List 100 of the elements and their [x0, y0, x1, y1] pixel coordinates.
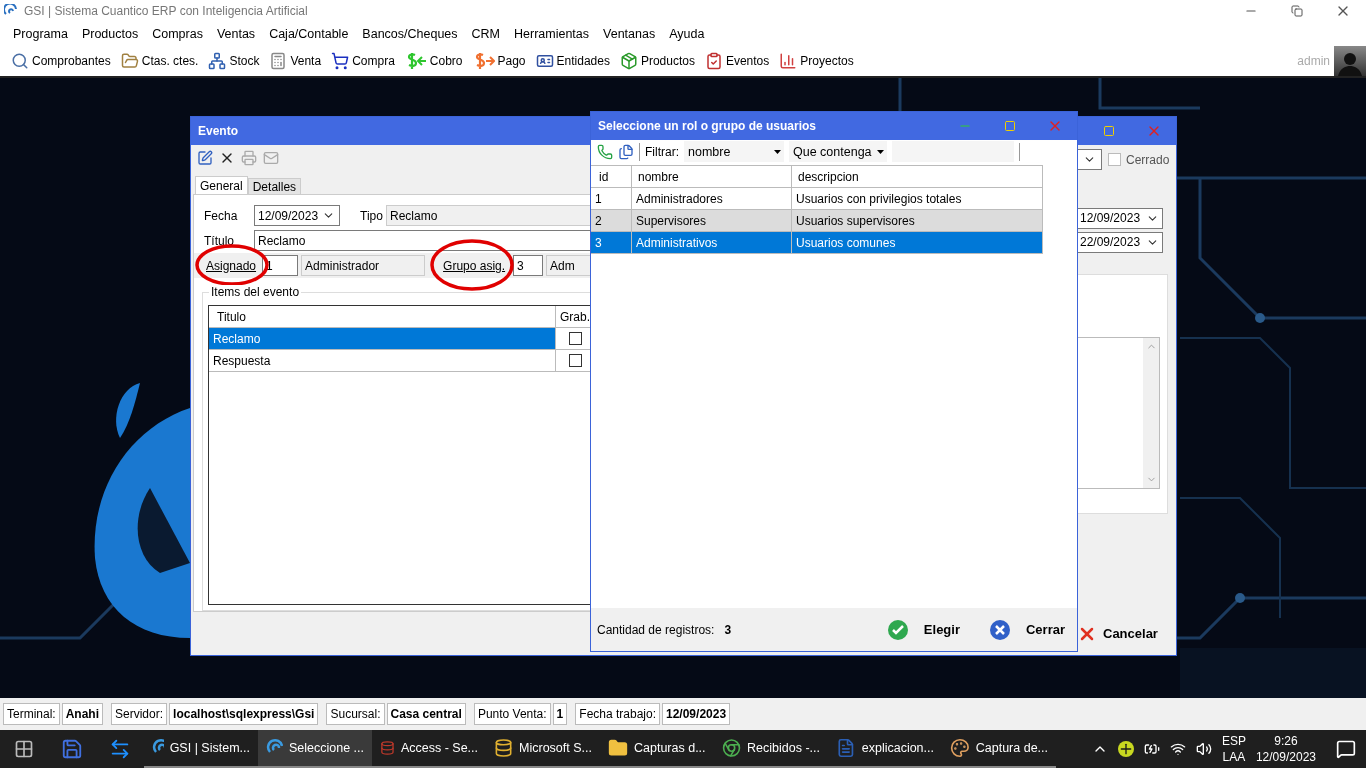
menu-item[interactable]: Programa [6, 27, 75, 41]
status-value: 12/09/2023 [662, 703, 731, 725]
window-title: Evento [198, 124, 238, 138]
dropdown-field[interactable] [1077, 149, 1102, 170]
close-icon [989, 619, 1010, 640]
group-id-field[interactable]: 3 [513, 255, 544, 276]
column-header: nombre [632, 166, 792, 188]
choose-button[interactable]: Elegir [881, 615, 966, 644]
filter-mode-dropdown[interactable]: Que contenga [789, 141, 887, 162]
checkbox[interactable] [569, 332, 582, 345]
menu-item[interactable]: Herramientas [507, 27, 597, 41]
date-picker[interactable]: 12/09/2023 [1077, 207, 1163, 229]
clock-time[interactable]: 9:26 [1274, 733, 1298, 749]
print-icon[interactable] [241, 149, 257, 166]
check-icon [887, 619, 908, 640]
menu-item[interactable]: Ventanas [596, 27, 663, 41]
toolbar-button[interactable]: Productos [614, 52, 700, 70]
tab[interactable]: Detalles [247, 178, 302, 194]
assigned-name-field: Administrador [301, 255, 426, 276]
tab[interactable]: General [195, 176, 248, 194]
toolbar-button[interactable]: Ctas. ctes. [115, 52, 204, 70]
cart-icon [331, 52, 350, 70]
table-cell[interactable]: Usuarios con privilegios totales [792, 188, 1043, 210]
toolbar-button[interactable]: Venta [264, 52, 327, 70]
field-label: Título [204, 233, 235, 248]
type-field[interactable]: Reclamo [386, 205, 591, 226]
id-card-icon [535, 52, 554, 70]
table-cell[interactable]: Reclamo [209, 328, 556, 350]
menu-item[interactable]: Productos [74, 27, 146, 41]
status-value: Casa central [386, 703, 466, 725]
table-cell[interactable]: Usuarios supervisores [792, 210, 1043, 232]
edit-icon[interactable] [197, 149, 213, 166]
toolbar-button[interactable]: Proyectos [774, 52, 859, 70]
status-value: localhost\sqlexpress\Gsi [169, 703, 319, 725]
status-value: Anahi [61, 703, 104, 725]
checkbox[interactable] [569, 354, 582, 367]
taskbar-app[interactable]: Microsoft S... [486, 730, 600, 768]
menu-item[interactable]: Ayuda [662, 27, 712, 41]
table-cell[interactable]: 3 [591, 232, 632, 254]
taskbar-app[interactable]: Recibidos -... [714, 730, 828, 768]
volume-icon[interactable] [1195, 741, 1212, 757]
copy-icon[interactable] [618, 143, 634, 160]
status-label: Punto Venta: [473, 703, 551, 725]
whatsapp-icon[interactable] [597, 143, 613, 160]
field-label: Fecha [204, 208, 239, 223]
group-name-field: Adm [546, 255, 591, 276]
close-button[interactable]: Cerrar [983, 615, 1071, 644]
language-code[interactable]: ESP [1221, 733, 1246, 749]
title-field[interactable]: Reclamo [254, 230, 591, 251]
date-picker[interactable]: 22/09/2023 [1077, 231, 1163, 253]
avatar-icon [1334, 46, 1366, 76]
taskbar-app[interactable]: Seleccione ... [258, 730, 372, 768]
arrows-icon [109, 738, 131, 760]
plus-circle-icon[interactable] [1117, 741, 1134, 757]
toolbar-button[interactable]: Stock [203, 52, 265, 70]
table-cell[interactable]: 1 [591, 188, 632, 210]
window-title: Seleccione un rol o grupo de usuarios [598, 119, 817, 133]
table-cell[interactable]: Respuesta [209, 350, 556, 372]
maximize-icon [1003, 120, 1016, 132]
taskbar-app[interactable]: explicacion... [828, 730, 942, 768]
filter-input[interactable] [892, 141, 1014, 162]
notification-icon[interactable] [1336, 739, 1356, 759]
taskbar-app[interactable]: Captura de... [942, 730, 1056, 768]
toolbar-button[interactable]: Entidades [530, 52, 615, 70]
checkbox-label: Cerrado [1126, 152, 1170, 167]
wifi-icon[interactable] [1169, 741, 1186, 757]
windows-icon [14, 739, 34, 759]
taskbar-app[interactable]: Access - Se... [372, 730, 486, 768]
toolbar-button[interactable]: Comprobantes [6, 52, 116, 70]
battery-icon[interactable] [1143, 741, 1160, 757]
region-code[interactable]: LAA [1222, 749, 1246, 765]
cancel-button[interactable]: Cancelar [1077, 619, 1164, 648]
table-cell[interactable]: 2 [591, 210, 632, 232]
field-label: Tipo [360, 208, 384, 223]
menu-item[interactable]: CRM [464, 27, 507, 41]
table-cell[interactable]: Administradores [632, 188, 792, 210]
menu-item[interactable]: Caja/Contable [262, 27, 356, 41]
table-cell[interactable]: Usuarios comunes [792, 232, 1043, 254]
window-title: GSI | Sistema Cuantico ERP con Inteligencia Artificial [24, 4, 308, 18]
checkbox[interactable] [1108, 153, 1121, 166]
table-cell[interactable]: Administrativos [632, 232, 792, 254]
menu-item[interactable]: Compras [145, 27, 210, 41]
clock-date[interactable]: 12/09/2023 [1255, 749, 1316, 765]
browser-icon [722, 738, 742, 758]
date-picker[interactable]: 12/09/2023 [254, 205, 340, 226]
scrollbar[interactable] [1143, 338, 1159, 488]
toolbar-button[interactable]: Cobro [399, 52, 468, 70]
toolbar-button[interactable]: Eventos [699, 52, 775, 70]
table-cell[interactable]: Supervisores [632, 210, 792, 232]
mail-icon[interactable] [263, 149, 279, 166]
filter-label: Filtrar: [645, 144, 679, 159]
search-icon [11, 52, 29, 70]
bar-chart-icon [779, 52, 798, 70]
toolbar-button[interactable]: Compra [326, 52, 400, 70]
toolbar-button[interactable]: Pago [467, 52, 531, 70]
taskbar-app[interactable]: Capturas d... [600, 730, 714, 768]
menu-item[interactable]: Ventas [209, 27, 263, 41]
menu-item[interactable]: Bancos/Cheques [355, 27, 465, 41]
filter-field-dropdown[interactable]: nombre [684, 141, 784, 162]
status-label: Fecha trabajo: [575, 703, 660, 725]
